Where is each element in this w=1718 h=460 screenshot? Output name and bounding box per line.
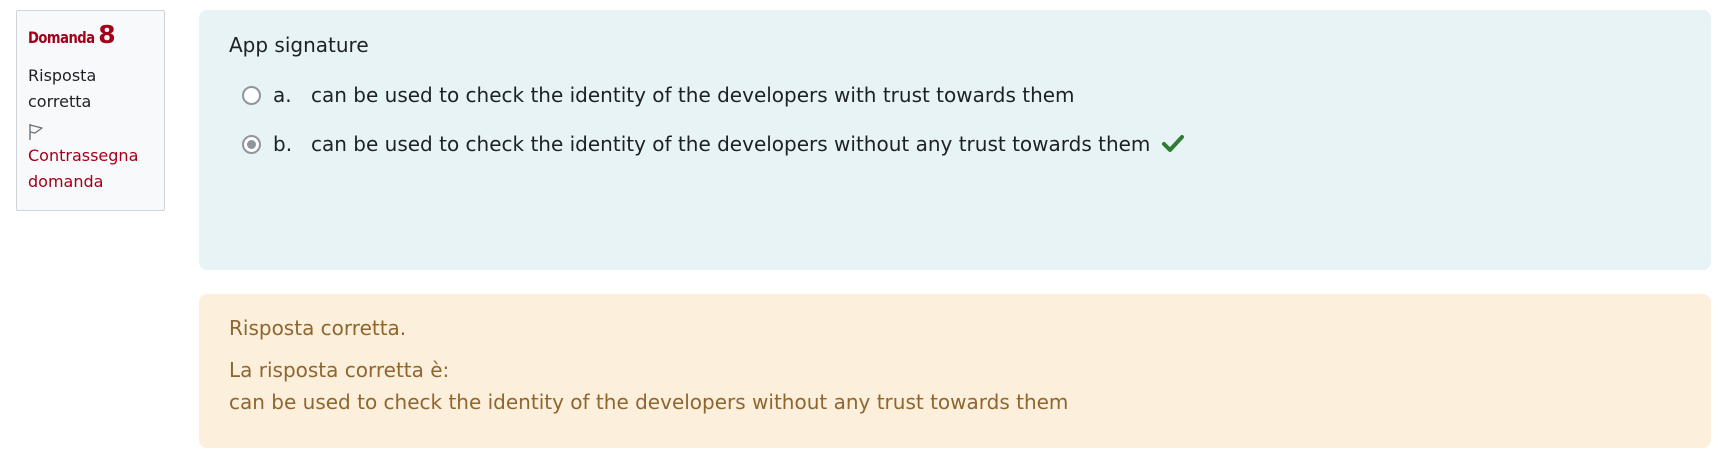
question-info-panel: Domanda 8 Risposta corretta Contrassegna… (16, 10, 165, 211)
answer-radio-b[interactable] (242, 134, 261, 154)
question-formulation: App signature a. can be used to check th… (199, 10, 1711, 270)
question-outcome: Risposta corretta. La risposta corretta … (199, 294, 1711, 448)
flag-icon[interactable] (28, 123, 44, 141)
answer-text: can be used to check the identity of the… (311, 132, 1151, 156)
question-number: Domanda 8 (28, 22, 154, 47)
question-word: Domanda (28, 28, 95, 47)
answer-text: can be used to check the identity of the… (311, 83, 1075, 107)
checkmark-icon (1162, 135, 1185, 152)
question-number-value: 8 (98, 20, 116, 49)
question-state: Risposta corretta (28, 66, 97, 111)
right-answer-label: La risposta corretta è: (229, 358, 450, 382)
flag-question-link[interactable]: Contrassegna domanda (28, 143, 154, 195)
answer-option-b[interactable]: b. can be used to check the identity of … (229, 129, 1681, 159)
right-answer: La risposta corretta è: can be used to c… (229, 354, 1681, 418)
feedback-text: Risposta corretta. (229, 316, 407, 340)
answer-list: a. can be used to check the identity of … (229, 80, 1681, 159)
question-text: App signature (229, 33, 369, 57)
right-answer-text: can be used to check the identity of the… (229, 390, 1069, 414)
answer-number: b. (273, 132, 293, 156)
answer-number: a. (273, 83, 292, 107)
answer-option-a[interactable]: a. can be used to check the identity of … (229, 80, 1681, 110)
answer-radio-a[interactable] (242, 85, 261, 105)
